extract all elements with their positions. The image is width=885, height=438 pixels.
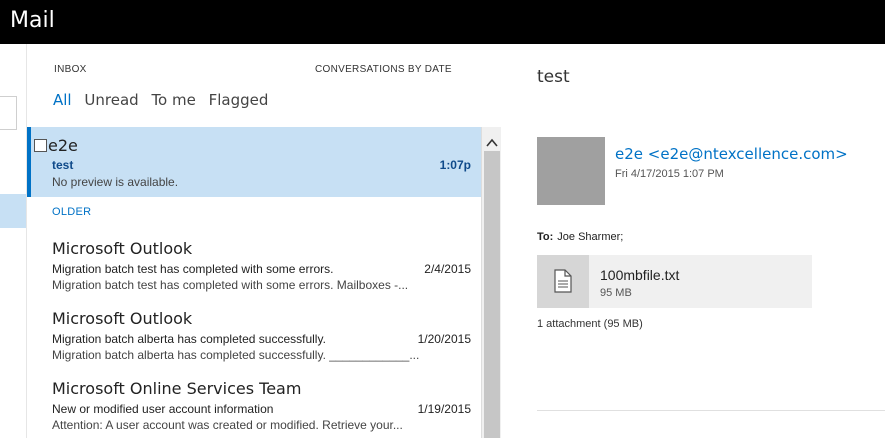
message-item[interactable]: Microsoft Online Services Team New or mo… [27,367,481,438]
app-header: Mail [0,0,885,44]
message-sender: Microsoft Online Services Team [52,379,302,398]
reading-subject: test [537,67,570,87]
reading-pane: test e2e <e2e@ntexcellence.com> Fri 4/17… [537,44,885,438]
folder-search-box[interactable] [0,96,17,130]
message-checkbox[interactable] [34,139,47,152]
message-preview: No preview is available. [52,175,179,189]
message-subject: Migration batch test has completed with … [52,262,334,276]
recipient-line: To: Joe Sharmer; [537,231,623,243]
message-sender: e2e [48,136,78,155]
message-item-selected[interactable]: e2e test 1:07p No preview is available. [27,127,481,197]
message-item[interactable]: Microsoft Outlook Migration batch test h… [27,227,481,297]
folder-label: INBOX [54,64,87,75]
app-title: Mail [10,8,55,33]
scroll-thumb[interactable] [484,151,500,438]
message-preview: Attention: A user account was created or… [52,418,403,432]
message-subject: test [52,158,74,172]
message-subject: Migration batch alberta has completed su… [52,332,326,346]
message-list: e2e test 1:07p No preview is available. … [27,127,481,438]
message-date: 1/19/2015 [417,402,471,416]
message-preview: Migration batch test has completed with … [52,278,409,292]
to-label: To: [537,231,554,243]
message-sender: Microsoft Outlook [52,239,193,258]
message-sender: Microsoft Outlook [52,309,193,328]
chevron-up-icon[interactable] [482,137,501,151]
attachment-summary: 1 attachment (95 MB) [537,318,643,330]
attachment-card[interactable]: 100mbfile.txt 95 MB [537,255,812,308]
filter-flagged[interactable]: Flagged [209,91,269,109]
message-date: 2/4/2015 [424,262,471,276]
recipient-name[interactable]: Joe Sharmer; [557,231,623,243]
message-item[interactable]: Microsoft Outlook Migration batch albert… [27,297,481,367]
filter-unread[interactable]: Unread [84,91,138,109]
sort-dropdown[interactable]: CONVERSATIONS BY DATE [315,64,452,75]
message-date: 1:07p [439,158,471,172]
folder-selected-indicator[interactable] [0,194,26,228]
folder-rail [0,44,27,438]
filter-to-me[interactable]: To me [151,91,195,109]
attachment-size: 95 MB [600,287,632,299]
document-icon [537,255,589,308]
reading-divider [537,410,885,411]
group-header-label: OLDER [52,206,92,218]
message-preview: Migration batch alberta has completed su… [52,348,420,362]
message-list-scrollbar[interactable] [481,127,501,438]
sender-avatar [537,137,605,205]
sent-date: Fri 4/17/2015 1:07 PM [615,168,724,180]
attachment-name: 100mbfile.txt [600,267,680,283]
filter-all[interactable]: All [53,91,72,109]
message-list-pane: INBOX CONVERSATIONS BY DATE All Unread T… [27,44,501,438]
sender-address[interactable]: e2e <e2e@ntexcellence.com> [615,145,848,163]
group-header-older: OLDER [27,197,481,227]
message-date: 1/20/2015 [417,332,471,346]
message-subject: New or modified user account information [52,402,274,416]
filter-bar: All Unread To me Flagged [53,91,276,109]
